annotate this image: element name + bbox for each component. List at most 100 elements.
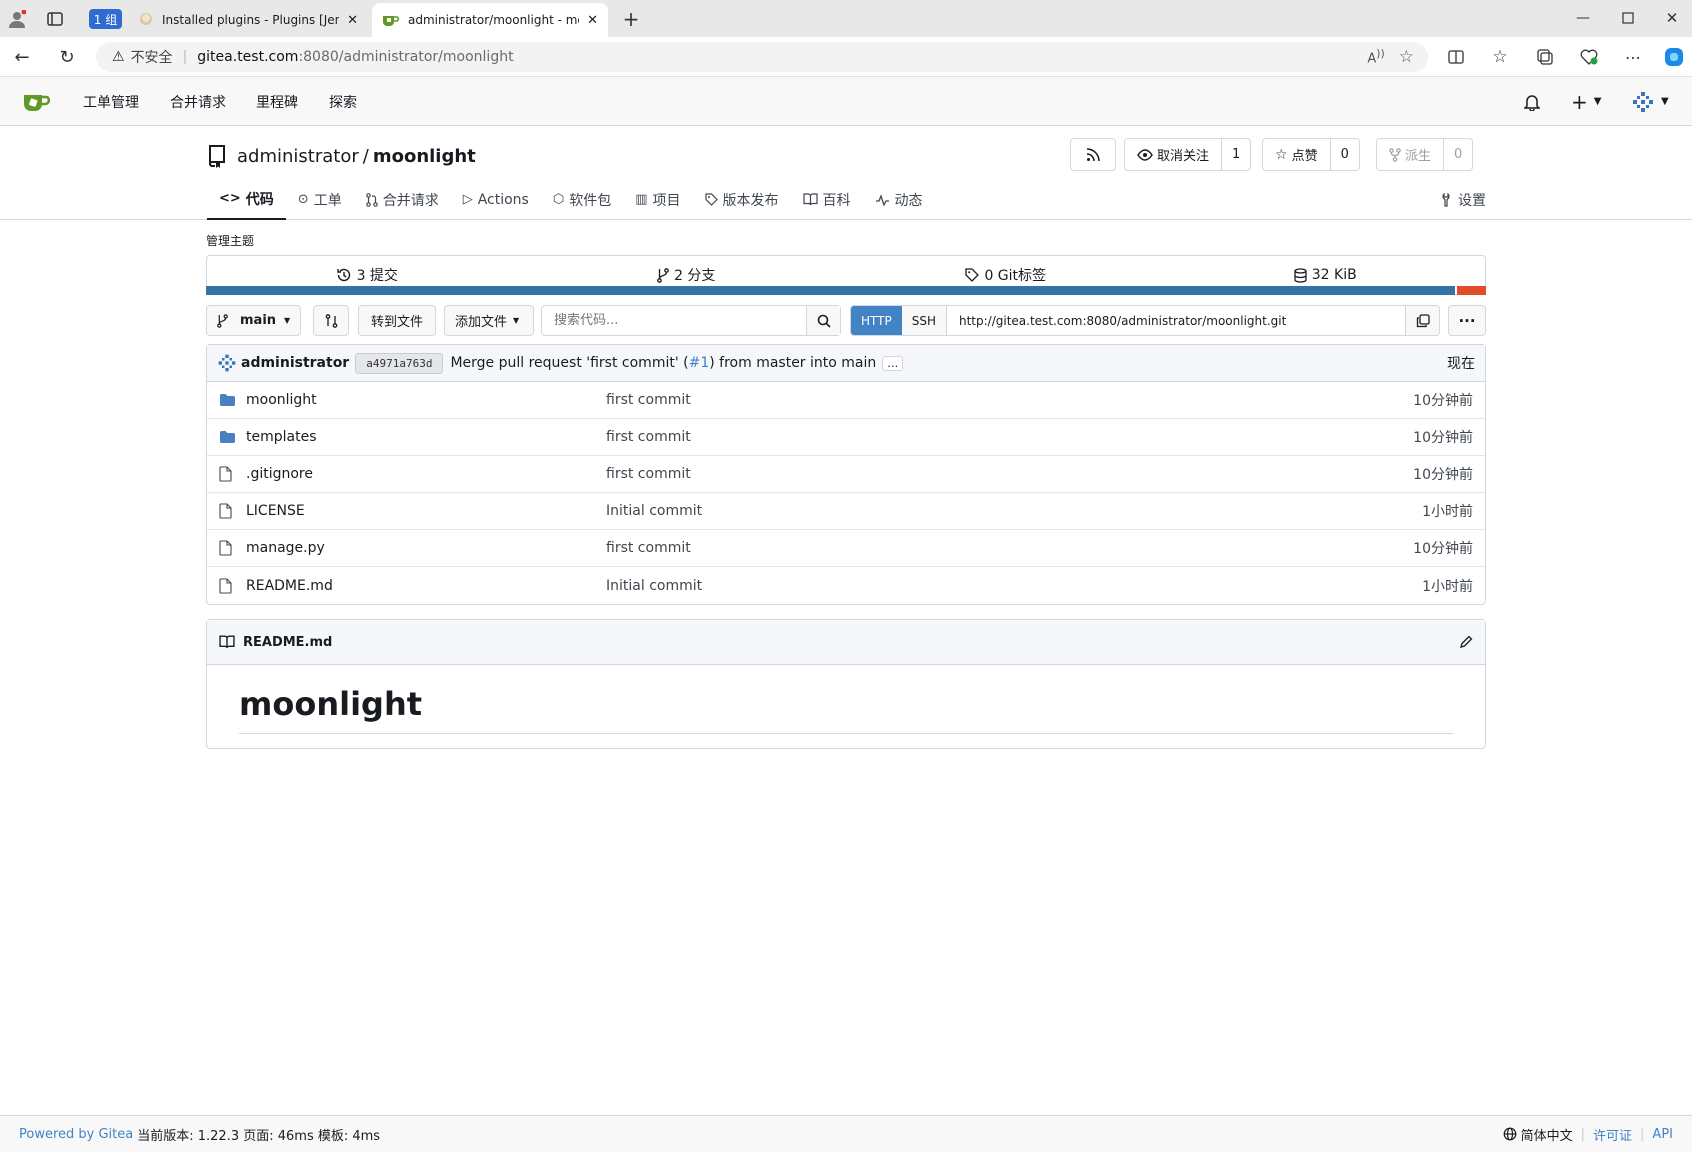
more-options-button[interactable]: ··· (1448, 305, 1486, 336)
new-tab-icon[interactable]: + (620, 7, 642, 31)
file-row[interactable]: .gitignore first commit 10分钟前 (207, 456, 1485, 493)
readme-filename[interactable]: README.md (243, 635, 332, 650)
goto-file-button[interactable]: 转到文件 (358, 305, 436, 336)
star-count[interactable]: 0 (1329, 139, 1359, 170)
pull-request-link[interactable]: #1 (689, 355, 710, 371)
branch-selector[interactable]: main ▼ (206, 305, 301, 336)
file-commit-message[interactable]: Initial commit (606, 503, 1422, 519)
tab-wiki[interactable]: 百科 (791, 179, 863, 220)
close-icon[interactable]: ✕ (587, 13, 598, 28)
read-aloud-icon[interactable]: A)) (1367, 47, 1384, 66)
file-commit-message[interactable]: first commit (606, 429, 1413, 445)
http-clone-button[interactable]: HTTP (851, 306, 902, 335)
tab-pull-requests[interactable]: 合并请求 (354, 179, 451, 220)
tab-jenkins[interactable]: Installed plugins - Plugins [Jenkins] ✕ (128, 3, 368, 37)
tab-label: 百科 (822, 192, 851, 209)
compare-button[interactable] (313, 305, 349, 336)
file-name-link[interactable]: moonlight (246, 392, 606, 408)
tab-activity[interactable]: 动态 (863, 179, 935, 220)
copy-url-button[interactable] (1405, 306, 1439, 335)
maximize-icon[interactable] (1616, 6, 1640, 30)
notification-bell-icon[interactable] (1524, 77, 1540, 126)
file-commit-message[interactable]: first commit (606, 540, 1413, 556)
file-row[interactable]: README.md Initial commit 1小时前 (207, 567, 1485, 604)
tab-title: Installed plugins - Plugins [Jenkins] (162, 13, 340, 27)
nav-explore[interactable]: 探索 (329, 77, 357, 126)
tab-gitea[interactable]: administrator/moonlight - moonlight ✕ (372, 3, 608, 37)
rss-button[interactable] (1070, 138, 1116, 171)
tab-projects[interactable]: ▥ 项目 (623, 179, 692, 220)
nav-pulls[interactable]: 合并请求 (170, 77, 226, 126)
star-button[interactable]: ☆ 点赞 (1263, 139, 1330, 170)
split-screen-icon[interactable] (1444, 45, 1468, 69)
file-commit-message[interactable]: first commit (606, 392, 1413, 408)
add-file-button[interactable]: 添加文件 ▼ (444, 305, 534, 336)
expand-commit-button[interactable]: … (882, 355, 904, 371)
commit-author-link[interactable]: administrator (241, 355, 349, 371)
tab-label: 版本发布 (722, 192, 779, 209)
insecure-label: 不安全 (130, 50, 173, 66)
profile-icon[interactable] (6, 8, 28, 30)
back-icon[interactable]: ← (10, 45, 34, 69)
file-commit-time: 1小时前 (1422, 504, 1473, 520)
file-name-link[interactable]: manage.py (246, 540, 606, 556)
copilot-icon[interactable] (1661, 44, 1687, 70)
file-row[interactable]: LICENSE Initial commit 1小时前 (207, 493, 1485, 530)
repo-name-link[interactable]: moonlight (373, 146, 476, 167)
tab-releases[interactable]: 版本发布 (693, 179, 791, 220)
nav-issues[interactable]: 工单管理 (83, 77, 139, 126)
minimize-icon[interactable]: — (1571, 6, 1595, 30)
api-link[interactable]: API (1652, 1127, 1673, 1142)
file-name-link[interactable]: templates (246, 429, 606, 445)
file-commit-message[interactable]: Initial commit (606, 578, 1422, 594)
edit-pencil-icon[interactable] (1459, 635, 1473, 649)
license-link[interactable]: 许可证 (1593, 1125, 1632, 1144)
tab-label: 代码 (245, 191, 274, 208)
tab-label: 动态 (894, 192, 923, 209)
tab-actions-icon[interactable] (44, 8, 66, 30)
tab-packages[interactable]: ⬡ 软件包 (541, 179, 623, 220)
manage-topics-link[interactable]: 管理主题 (206, 232, 254, 249)
url-field[interactable]: ⚠ 不安全 | gitea.test.com :8080/administrat… (96, 42, 1428, 72)
file-row[interactable]: moonlight first commit 10分钟前 (207, 382, 1485, 419)
footer-links: 简体中文 | 许可证 | API (1503, 1125, 1673, 1144)
file-row[interactable]: templates first commit 10分钟前 (207, 419, 1485, 456)
favorite-star-icon[interactable]: ☆ (1399, 47, 1414, 67)
tab-issues[interactable]: ⊙ 工单 (286, 179, 354, 220)
file-commit-message[interactable]: first commit (606, 466, 1413, 482)
tab-group-badge[interactable]: 1 组 (89, 9, 122, 29)
fork-count[interactable]: 0 (1443, 139, 1472, 170)
browser-essentials-icon[interactable] (1577, 45, 1601, 69)
commit-message[interactable]: Merge pull request 'first commit' (#1) f… (450, 355, 876, 371)
watch-count[interactable]: 1 (1221, 139, 1250, 170)
file-icon (219, 466, 237, 482)
powered-by-link[interactable]: Powered by Gitea (19, 1127, 133, 1142)
tab-actions[interactable]: ▷ Actions (451, 179, 541, 220)
gitea-home-logo-icon[interactable] (22, 77, 52, 126)
close-icon[interactable]: ✕ (347, 13, 358, 28)
fork-button[interactable]: 派生 (1377, 139, 1443, 170)
refresh-icon[interactable]: ↻ (55, 45, 79, 69)
file-name-link[interactable]: LICENSE (246, 503, 606, 519)
favorites-icon[interactable]: ☆ (1488, 45, 1512, 69)
settings-more-icon[interactable]: ⋯ (1621, 45, 1645, 69)
ssh-clone-button[interactable]: SSH (901, 306, 947, 335)
create-plus-icon[interactable]: + ▼ (1571, 77, 1601, 126)
tab-code[interactable]: <> 代码 (207, 179, 286, 220)
search-button[interactable] (806, 306, 840, 335)
clone-url-field[interactable]: http://gitea.test.com:8080/administrator… (947, 306, 1405, 335)
unwatch-button[interactable]: 取消关注 (1125, 139, 1221, 170)
file-name-link[interactable]: README.md (246, 578, 606, 594)
file-row[interactable]: manage.py first commit 10分钟前 (207, 530, 1485, 567)
tab-settings[interactable]: 设置 (1439, 179, 1486, 220)
window-close-icon[interactable]: ✕ (1660, 6, 1684, 30)
collections-icon[interactable] (1533, 45, 1557, 69)
repo-owner-link[interactable]: administrator (237, 146, 359, 167)
file-name-link[interactable]: .gitignore (246, 466, 606, 482)
nav-milestones[interactable]: 里程碑 (256, 77, 298, 126)
user-avatar[interactable]: ▼ (1631, 77, 1669, 126)
language-selector[interactable]: 简体中文 (1503, 1125, 1573, 1144)
author-avatar[interactable] (217, 353, 237, 373)
commit-sha-button[interactable]: a4971a763d (355, 352, 444, 374)
search-input[interactable] (542, 306, 806, 335)
